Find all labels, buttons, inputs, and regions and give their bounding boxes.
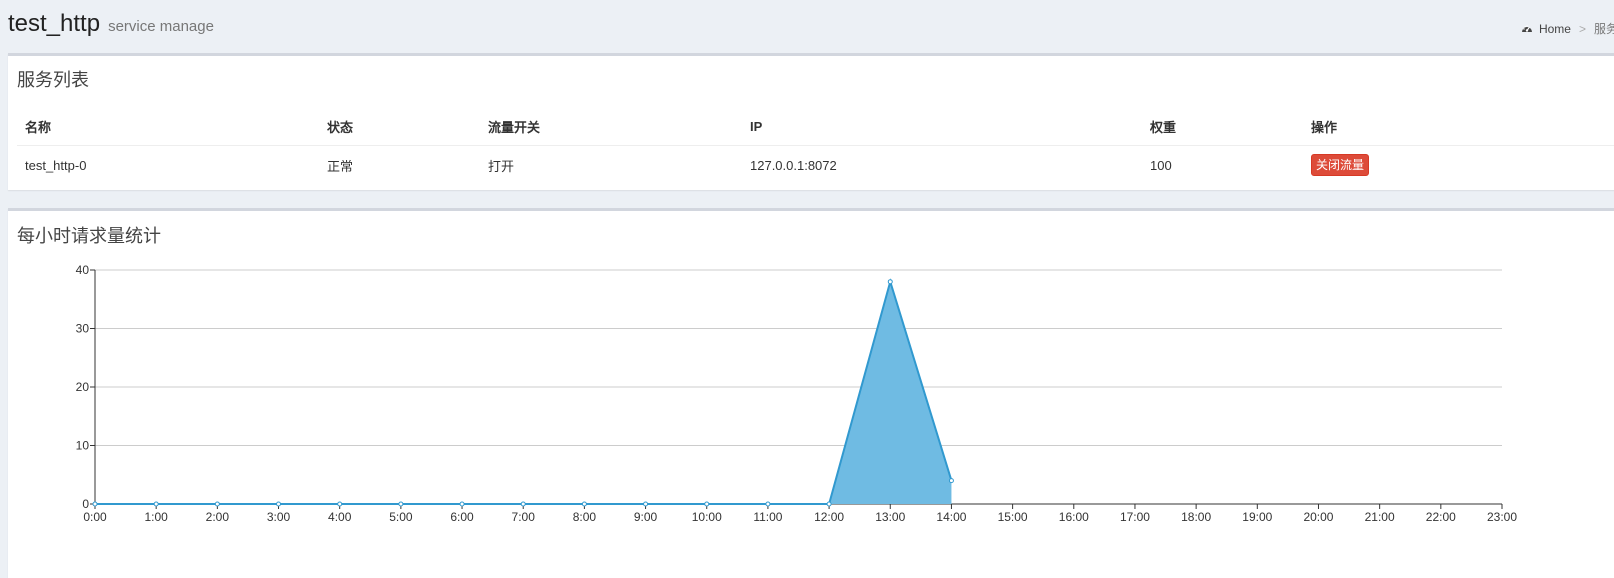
column-header-flow-switch: 流量开关 — [480, 108, 742, 146]
service-list-title: 服务列表 — [17, 70, 89, 90]
x-tick-label: 7:00 — [512, 510, 536, 524]
cell-name: test_http-0 — [25, 157, 87, 173]
x-tick-label: 1:00 — [144, 510, 168, 524]
x-tick-label: 8:00 — [573, 510, 597, 524]
data-point — [581, 501, 587, 507]
data-point — [765, 501, 771, 507]
x-tick-label: 19:00 — [1242, 510, 1272, 524]
x-tick-label: 15:00 — [998, 510, 1028, 524]
x-tick-label: 18:00 — [1181, 510, 1211, 524]
x-tick-label: 5:00 — [389, 510, 413, 524]
x-tick-label: 21:00 — [1365, 510, 1395, 524]
page-title-text: test_http — [8, 10, 101, 37]
x-tick-label: 11:00 — [753, 510, 782, 524]
cell-ip: 127.0.0.1:8072 — [750, 157, 837, 173]
breadcrumb-home-label: Home — [1538, 21, 1571, 36]
data-point — [887, 279, 893, 285]
column-header-name: 名称 — [17, 108, 319, 146]
x-tick-label: 17:00 — [1120, 510, 1150, 524]
data-point — [92, 501, 98, 507]
page-subtitle: service manage — [108, 18, 214, 35]
data-point — [948, 478, 954, 484]
x-tick-label: 4:00 — [328, 510, 352, 524]
dashboard-icon — [1521, 25, 1532, 32]
content-header: test_http service manage Home > 服务 — [0, 0, 1614, 56]
series-line — [95, 278, 953, 505]
breadcrumb-current: 服务 — [1593, 22, 1614, 36]
cell-action: 关闭流量 — [1303, 146, 1614, 185]
cell-flow-switch: 打开 — [488, 158, 515, 174]
y-tick-label: 20 — [76, 380, 90, 394]
data-point — [704, 501, 710, 507]
service-list-box: 服务列表 名称 状态 流量开关 IP 权重 操作 test_http-0 正常 … — [8, 53, 1614, 190]
x-tick-label: 12:00 — [814, 510, 844, 524]
x-tick-label: 23:00 — [1487, 510, 1517, 524]
x-tick-label: 6:00 — [450, 510, 474, 524]
data-point — [214, 501, 220, 507]
data-point — [276, 501, 282, 507]
breadcrumb-separator: > — [1578, 21, 1586, 36]
table-header-row: 名称 状态 流量开关 IP 权重 操作 — [17, 108, 1614, 146]
data-point — [337, 501, 343, 507]
y-tick-label: 0 — [82, 497, 89, 511]
x-tick-label: 10:00 — [692, 510, 722, 524]
data-point — [153, 501, 159, 507]
breadcrumb-home-link[interactable]: Home — [1521, 22, 1571, 36]
breadcrumb: Home > 服务 — [1521, 20, 1614, 37]
x-tick-label: 9:00 — [634, 510, 658, 524]
service-table: 名称 状态 流量开关 IP 权重 操作 test_http-0 正常 打开 12… — [17, 108, 1614, 184]
column-header-action: 操作 — [1303, 108, 1614, 146]
column-header-weight: 权重 — [1142, 108, 1303, 146]
close-flow-button[interactable]: 关闭流量 — [1311, 154, 1370, 176]
cell-status: 正常 — [327, 158, 354, 174]
x-tick-label: 13:00 — [875, 510, 905, 524]
data-point — [520, 501, 526, 507]
x-tick-label: 22:00 — [1426, 510, 1456, 524]
hourly-stats-box: 每小时请求量统计 0 10 20 30 40 0:00 1:00 2:00 3:00 4:00 5:… — [8, 208, 1614, 578]
cell-weight: 100 — [1150, 157, 1172, 173]
column-header-ip: IP — [742, 108, 1142, 146]
data-point — [643, 501, 649, 507]
data-point — [826, 501, 832, 507]
page-title: test_http service manage — [8, 10, 214, 38]
x-tick-label: 16:00 — [1059, 510, 1089, 524]
table-row: test_http-0 正常 打开 127.0.0.1:8072 100 关闭流… — [17, 146, 1614, 185]
x-tick-label: 2:00 — [206, 510, 230, 524]
data-point — [459, 501, 465, 507]
x-tick-label: 20:00 — [1303, 510, 1333, 524]
series-area — [95, 281, 952, 504]
data-point — [398, 501, 404, 507]
y-tick-label: 40 — [76, 263, 90, 277]
x-tick-label: 14:00 — [936, 510, 966, 524]
hourly-request-chart: 0 10 20 30 40 0:00 1:00 2:00 3:00 4:00 5:00 6:00 7:0… — [76, 263, 1518, 524]
column-header-status: 状态 — [319, 108, 480, 146]
y-tick-label: 10 — [76, 439, 90, 453]
x-tick-label: 0:00 — [83, 510, 107, 524]
x-tick-label: 3:00 — [267, 510, 291, 524]
y-tick-label: 30 — [76, 322, 90, 336]
